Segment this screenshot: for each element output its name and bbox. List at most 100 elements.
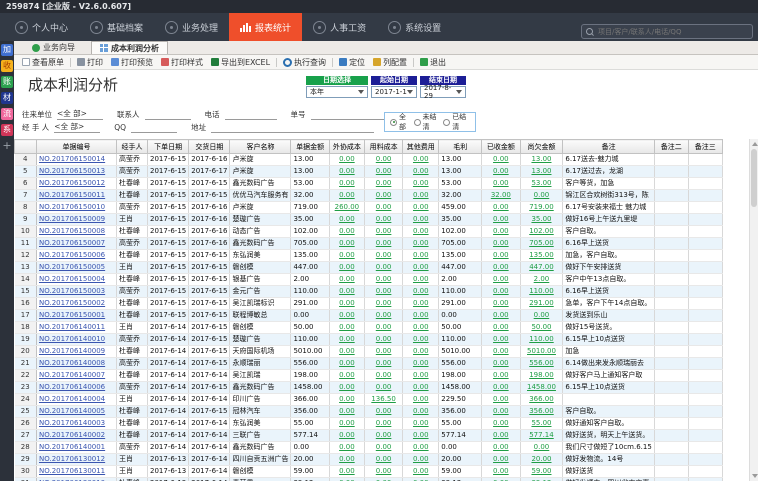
filter-input[interactable] [145,108,191,120]
amount-link[interactable]: 0.00 [329,250,364,262]
doc-number-link[interactable]: NO.201706150004 [37,274,117,286]
nav-item-hr-payroll[interactable]: 人事工资 [302,13,377,41]
column-header[interactable]: 单据金额 [291,140,329,154]
amount-link[interactable]: 0.00 [329,226,364,238]
nav-item-business-process[interactable]: 业务处理 [154,13,229,41]
filter-input[interactable] [211,121,374,133]
toolbar-export-excel-button[interactable]: 导出到EXCEL [207,57,274,68]
amount-link[interactable]: 0.00 [403,154,439,166]
amount-link[interactable]: 53.00 [520,178,563,190]
amount-link[interactable]: 719.00 [520,202,563,214]
toolbar-view-original-button[interactable]: 查看原单 [18,57,68,68]
amount-link[interactable]: 0.00 [364,334,402,346]
amount-link[interactable]: 110.00 [520,334,563,346]
amount-link[interactable]: 0.00 [364,382,402,394]
amount-link[interactable]: 0.00 [403,346,439,358]
sidebar-item-shou[interactable]: 收 [1,60,13,72]
toolbar-run-query-button[interactable]: 执行查询 [279,57,330,68]
amount-link[interactable]: 0.00 [482,358,520,370]
amount-link[interactable]: 366.00 [520,394,563,406]
column-header[interactable]: 尚欠金额 [520,140,563,154]
amount-link[interactable]: 0.00 [364,178,402,190]
amount-link[interactable]: 0.00 [364,286,402,298]
amount-link[interactable]: 0.00 [364,226,402,238]
doc-number-link[interactable]: NO.201706140008 [37,358,117,370]
amount-link[interactable]: 0.00 [329,286,364,298]
amount-link[interactable]: 0.00 [364,358,402,370]
amount-link[interactable]: 35.00 [520,214,563,226]
amount-link[interactable]: 0.00 [403,370,439,382]
amount-link[interactable]: 198.00 [520,370,563,382]
amount-link[interactable]: 0.00 [403,310,439,322]
amount-link[interactable]: 260.00 [329,202,364,214]
amount-link[interactable]: 0.00 [364,442,402,454]
amount-link[interactable]: 0.00 [403,226,439,238]
amount-link[interactable]: 0.00 [329,418,364,430]
nav-item-report-stats[interactable]: 报表统计 [229,13,302,41]
doc-number-link[interactable]: NO.201706150005 [37,262,117,274]
toolbar-print-style-button[interactable]: 打印样式 [157,57,207,68]
doc-number-link[interactable]: NO.201706140010 [37,334,117,346]
amount-link[interactable]: 13.00 [520,154,563,166]
doc-number-link[interactable]: NO.201706150001 [37,310,117,322]
sidebar-item-jia[interactable]: 加 [1,44,13,56]
filter-input[interactable]: <全 部> [54,121,100,133]
amount-link[interactable]: 0.00 [403,334,439,346]
toolbar-print-preview-button[interactable]: 打印预览 [107,57,157,68]
amount-link[interactable]: 0.00 [329,478,364,481]
filter-input[interactable] [131,121,177,133]
amount-link[interactable]: 32.00 [482,190,520,202]
amount-link[interactable]: 0.00 [482,478,520,481]
doc-number-link[interactable]: NO.201706140011 [37,322,117,334]
amount-link[interactable]: 0.00 [329,442,364,454]
amount-link[interactable]: 0.00 [329,178,364,190]
amount-link[interactable]: 0.00 [482,394,520,406]
amount-link[interactable]: 0.00 [329,310,364,322]
filter-input[interactable] [225,108,277,120]
amount-link[interactable]: 0.00 [520,310,563,322]
sidebar-add-button[interactable]: + [2,140,11,151]
amount-link[interactable]: 0.00 [482,346,520,358]
amount-link[interactable]: 0.00 [403,298,439,310]
amount-link[interactable]: 0.00 [482,430,520,442]
doc-number-link[interactable]: NO.201706150011 [37,190,117,202]
amount-link[interactable]: 0.00 [329,382,364,394]
amount-link[interactable]: 0.00 [364,238,402,250]
amount-link[interactable]: 0.00 [482,442,520,454]
doc-number-link[interactable]: NO.201706130010 [37,478,117,481]
amount-link[interactable]: 0.00 [482,202,520,214]
amount-link[interactable]: 0.00 [482,454,520,466]
amount-link[interactable]: 356.00 [520,406,563,418]
nav-item-system-settings[interactable]: 系统设置 [377,13,452,41]
amount-link[interactable]: 102.00 [520,226,563,238]
amount-link[interactable]: 0.00 [403,358,439,370]
amount-link[interactable]: 0.00 [364,202,402,214]
amount-link[interactable]: 577.14 [520,430,563,442]
amount-link[interactable]: 0.00 [403,442,439,454]
date-filter-select[interactable]: 本年 [306,86,368,98]
amount-link[interactable]: 0.00 [364,322,402,334]
amount-link[interactable]: 0.00 [482,310,520,322]
amount-link[interactable]: 0.00 [403,478,439,481]
tab-cost-profit-analysis[interactable]: 成本利润分析 [91,41,168,54]
amount-link[interactable]: 0.00 [329,274,364,286]
amount-link[interactable]: 0.00 [403,406,439,418]
amount-link[interactable]: 0.00 [482,226,520,238]
amount-link[interactable]: 2.00 [520,274,563,286]
amount-link[interactable]: 1458.00 [520,382,563,394]
amount-link[interactable]: 0.00 [329,358,364,370]
vertical-scrollbar[interactable] [749,139,758,481]
amount-link[interactable]: 0.00 [364,346,402,358]
amount-link[interactable]: 59.00 [520,466,563,478]
amount-link[interactable]: 0.00 [364,454,402,466]
doc-number-link[interactable]: NO.201706140006 [37,382,117,394]
sidebar-item-liu[interactable]: 流 [1,108,13,120]
date-filter-select[interactable]: 2017-1-1 [371,86,417,98]
nav-item-personal-center[interactable]: 个人中心 [4,13,79,41]
amount-link[interactable]: 55.00 [520,418,563,430]
column-header[interactable]: 用料成本 [364,140,402,154]
amount-link[interactable]: 13.00 [520,166,563,178]
toolbar-column-config-button[interactable]: 列配置 [369,57,411,68]
amount-link[interactable]: 0.00 [482,406,520,418]
column-header[interactable]: 备注二 [654,140,688,154]
